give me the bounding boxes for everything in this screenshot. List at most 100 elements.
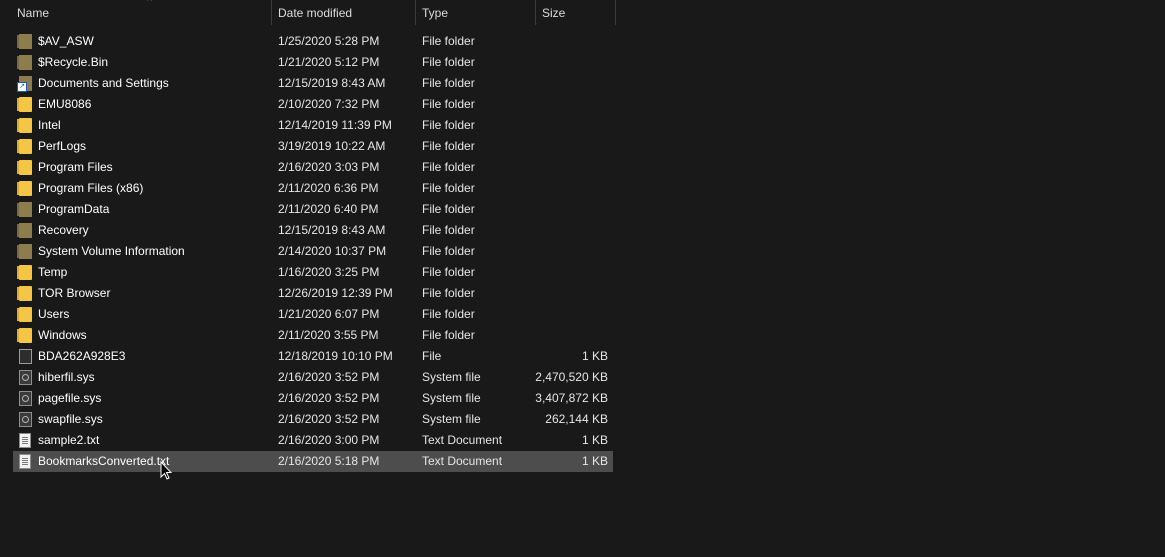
file-icon-cell [19, 451, 33, 472]
file-icon-cell [17, 178, 33, 199]
file-row[interactable]: System Volume Information 2/14/2020 10:37… [13, 241, 613, 262]
file-icon-cell [17, 304, 33, 325]
file-type: System file [422, 412, 481, 426]
mouse-pointer-icon [160, 461, 172, 480]
file-date-modified: 1/21/2020 5:12 PM [278, 55, 380, 69]
file-size [528, 325, 608, 346]
file-row[interactable]: hiberfil.sys 2/16/2020 3:52 PM System file… [13, 367, 613, 388]
folder-dim-icon [17, 223, 32, 238]
folder-icon [17, 286, 32, 301]
file-row[interactable]: $Recycle.Bin 1/21/2020 5:12 PM File folder [13, 52, 613, 73]
file-icon [19, 349, 32, 364]
system-file-icon [19, 412, 32, 427]
file-size: 1 KB [581, 454, 608, 468]
file-size: 1 KB [581, 349, 608, 363]
sort-ascending-icon: ^ [147, 0, 152, 7]
file-row[interactable]: $AV_ASW 1/25/2020 5:28 PM File folder [13, 31, 613, 52]
file-type: File folder [422, 286, 475, 300]
file-name: Windows [38, 328, 87, 342]
file-size: 2,470,520 KB [535, 370, 608, 384]
folder-dim-icon [17, 34, 32, 49]
file-date-modified: 2/16/2020 3:03 PM [278, 160, 380, 174]
file-icon-cell [17, 283, 33, 304]
file-date-modified: 2/16/2020 3:52 PM [278, 370, 380, 384]
file-row[interactable]: PerfLogs 3/19/2019 10:22 AM File folder [13, 136, 613, 157]
file-name: $AV_ASW [38, 34, 94, 48]
folder-icon [17, 265, 32, 280]
column-header-size[interactable]: Size [536, 0, 616, 25]
file-type: File folder [422, 139, 475, 153]
file-date-modified: 2/14/2020 10:37 PM [278, 244, 387, 258]
file-type: System file [422, 391, 481, 405]
file-name: BookmarksConverted.txt [38, 454, 170, 468]
file-type: File folder [422, 307, 475, 321]
file-type: File folder [422, 55, 475, 69]
file-name: sample2.txt [38, 433, 100, 447]
file-icon-cell [17, 199, 33, 220]
file-row[interactable]: Windows 2/11/2020 3:55 PM File folder [13, 325, 613, 346]
file-icon-cell [17, 136, 33, 157]
file-name: Users [38, 307, 70, 321]
file-date-modified: 12/26/2019 12:39 PM [278, 286, 393, 300]
file-type: File folder [422, 76, 475, 90]
file-name: TOR Browser [38, 286, 111, 300]
file-size [528, 178, 608, 199]
file-icon-cell [17, 31, 33, 52]
file-date-modified: 12/15/2019 8:43 AM [278, 76, 386, 90]
file-row[interactable]: Intel 12/14/2019 11:39 PM File folder [13, 115, 613, 136]
column-header-name[interactable]: Name ^ [11, 0, 272, 25]
file-size [528, 157, 608, 178]
file-row[interactable]: Temp 1/16/2020 3:25 PM File folder [13, 262, 613, 283]
file-size [528, 73, 608, 94]
file-name: Recovery [38, 223, 89, 237]
file-row[interactable]: Users 1/21/2020 6:07 PM File folder [13, 304, 613, 325]
column-header-type[interactable]: Type [416, 0, 536, 25]
file-date-modified: 2/11/2020 6:36 PM [278, 181, 379, 195]
file-name: pagefile.sys [38, 391, 102, 405]
file-size [528, 199, 608, 220]
file-date-modified: 2/10/2020 7:32 PM [278, 97, 380, 111]
file-row[interactable]: Program Files 2/16/2020 3:03 PM File folde… [13, 157, 613, 178]
column-header-name-label: Name [17, 6, 50, 20]
file-row[interactable]: pagefile.sys 2/16/2020 3:52 PM System file… [13, 388, 613, 409]
folder-icon [17, 139, 32, 154]
file-date-modified: 1/16/2020 3:25 PM [278, 265, 380, 279]
file-name: Program Files [38, 160, 113, 174]
file-icon-cell [17, 220, 33, 241]
file-name: Intel [38, 118, 61, 132]
file-row[interactable]: sample2.txt 2/16/2020 3:00 PM Text Documen… [13, 430, 613, 451]
file-row[interactable]: Documents and Settings 12/15/2019 8:43 AM… [13, 73, 613, 94]
file-row[interactable]: BDA262A928E3 12/18/2019 10:10 PM File 1 KB [13, 346, 613, 367]
file-date-modified: 2/16/2020 3:52 PM [278, 412, 380, 426]
file-row[interactable]: TOR Browser 12/26/2019 12:39 PM File folde… [13, 283, 613, 304]
file-date-modified: 12/15/2019 8:43 AM [278, 223, 386, 237]
file-icon-cell [19, 409, 33, 430]
file-row[interactable]: ProgramData 2/11/2020 6:40 PM File folder [13, 199, 613, 220]
file-row[interactable]: Program Files (x86) 2/11/2020 6:36 PM File… [13, 178, 613, 199]
file-name: $Recycle.Bin [38, 55, 109, 69]
file-size: 3,407,872 KB [535, 391, 608, 405]
file-row[interactable]: Recovery 12/15/2019 8:43 AM File folder [13, 220, 613, 241]
file-icon-cell [17, 52, 33, 73]
file-date-modified: 3/19/2019 10:22 AM [278, 139, 386, 153]
file-row[interactable]: swapfile.sys 2/16/2020 3:52 PM System file… [13, 409, 613, 430]
column-header-date-modified[interactable]: Date modified [272, 0, 416, 25]
file-size [528, 52, 608, 73]
file-name: Temp [38, 265, 68, 279]
folder-dim-icon [17, 244, 32, 259]
file-size: 1 KB [581, 433, 608, 447]
file-size [528, 304, 608, 325]
file-row[interactable]: EMU8086 2/10/2020 7:32 PM File folder [13, 94, 613, 115]
file-type: File folder [422, 328, 475, 342]
file-icon-cell [19, 388, 33, 409]
text-file-icon [19, 433, 31, 448]
file-size [528, 136, 608, 157]
file-icon-cell [19, 430, 33, 451]
text-file-icon [19, 454, 31, 469]
file-size: 262,144 KB [545, 412, 608, 426]
file-type: File [422, 349, 442, 363]
file-row-selected[interactable]: BookmarksConverted.txt 2/16/2020 5:18 PM T… [13, 451, 613, 472]
folder-icon [17, 181, 32, 196]
file-type: File folder [422, 244, 475, 258]
system-file-icon [19, 391, 32, 406]
